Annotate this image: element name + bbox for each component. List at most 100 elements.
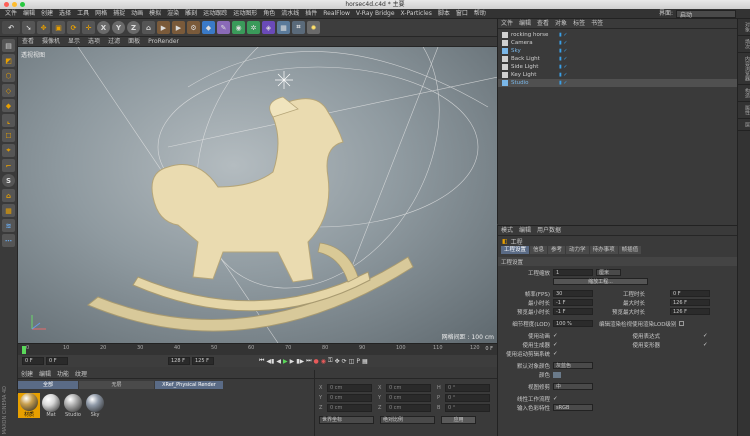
object-row[interactable]: Sky ▮ ✓ (498, 47, 737, 55)
zoom-window-button[interactable] (20, 2, 25, 7)
prev-key-icon[interactable]: ◀▮ (266, 358, 274, 365)
coord-apply-button[interactable]: 应用 (441, 416, 476, 424)
poly-icon[interactable]: ◆ (2, 99, 15, 112)
right-sidebar-tab[interactable]: 对象 (738, 19, 750, 36)
use-gen-checkbox[interactable]: ✓ (553, 342, 613, 348)
axis-icon[interactable]: ⌞ (2, 114, 15, 127)
menu-item[interactable]: 网格 (92, 9, 110, 19)
undo-icon[interactable]: ↶ (2, 21, 20, 34)
coord-scale-select[interactable]: 绝对比例 (380, 416, 435, 424)
attribute-tab[interactable]: 帧插值 (618, 246, 642, 254)
toggle-icon[interactable]: ⋯ (2, 234, 15, 247)
menu-item[interactable]: 工具 (74, 9, 92, 19)
menu-item[interactable]: X-Particles (398, 9, 435, 19)
menu-item[interactable]: 编辑 (20, 9, 38, 19)
object-menu-item[interactable]: 查看 (534, 19, 552, 29)
grid-icon[interactable]: ▦ (2, 204, 15, 217)
menu-item[interactable]: 雕刻 (182, 9, 200, 19)
rot-key-icon[interactable]: ⟳ (342, 358, 347, 365)
material-menu-item[interactable]: 创建 (18, 370, 36, 379)
duration-field[interactable]: 0 F (670, 290, 710, 297)
coord-rot-field[interactable]: 0 ° (445, 384, 490, 392)
mat-filter-xref[interactable]: XRef_Physical Render (155, 381, 223, 389)
end-frame-field[interactable]: 125 F (192, 357, 214, 365)
attribute-menu-item[interactable]: 编辑 (516, 226, 534, 236)
y-axis-icon[interactable]: Y (112, 21, 125, 34)
edge-icon[interactable]: ◇ (2, 84, 15, 97)
cube-icon[interactable]: ◆ (202, 21, 215, 34)
snap-icon[interactable]: ⌖ (2, 144, 15, 157)
menu-item[interactable]: V-Ray Bridge (353, 9, 398, 19)
scale-project-button[interactable]: 缩放工程... (553, 278, 648, 285)
menu-item[interactable]: 插件 (302, 9, 320, 19)
right-sidebar-tab[interactable]: 构造 (738, 85, 750, 102)
render-view-icon[interactable]: ▶ (172, 21, 185, 34)
visibility-dots-icon[interactable]: ▮ ✓ (559, 64, 568, 70)
material-item[interactable]: Studio (62, 393, 84, 418)
menu-item[interactable]: 选择 (56, 9, 74, 19)
input-color-select[interactable]: sRGB (553, 404, 593, 411)
layer-icon[interactable]: ≋ (2, 219, 15, 232)
coord-rot-field[interactable]: 0 ° (445, 404, 490, 412)
x-axis-icon[interactable]: X (97, 21, 110, 34)
visibility-dots-icon[interactable]: ▮ ✓ (559, 56, 568, 62)
menu-item[interactable]: 运动图形 (230, 9, 260, 19)
coord-icon[interactable]: ⌂ (142, 21, 155, 34)
record-icon[interactable]: ● (314, 358, 319, 365)
right-sidebar-tab[interactable]: 场次 (738, 36, 750, 53)
object-menu-item[interactable]: 文件 (498, 19, 516, 29)
coord-mode-select[interactable]: 世界坐标 (319, 416, 374, 424)
use-anim-checkbox[interactable]: ✓ (553, 333, 613, 339)
use-mograph-checkbox[interactable]: ✓ (553, 351, 558, 357)
play-icon[interactable]: ▶ (283, 358, 288, 365)
camera-icon[interactable]: ⌗ (292, 21, 305, 34)
menu-item[interactable]: 角色 (260, 9, 278, 19)
material-menu-item[interactable]: 编辑 (36, 370, 54, 379)
z-axis-icon[interactable]: Z (127, 21, 140, 34)
goto-start-icon[interactable]: ⏮ (259, 357, 264, 365)
linear-workflow-checkbox[interactable]: ✓ (553, 396, 558, 402)
menu-item[interactable]: 脚本 (435, 9, 453, 19)
viewport-menu-item[interactable]: 查看 (18, 37, 38, 47)
mat-filter-nolayer[interactable]: 无层 (79, 381, 154, 389)
object-menu-item[interactable]: 标签 (570, 19, 588, 29)
coord-pos-field[interactable]: 0 cm (327, 394, 372, 402)
attribute-tab[interactable]: 待办事项 (589, 246, 618, 254)
s-icon[interactable]: S (2, 174, 15, 187)
attribute-tab[interactable]: 信息 (530, 246, 548, 254)
move-icon[interactable]: ✥ (37, 21, 50, 34)
menu-item[interactable]: 动画 (128, 9, 146, 19)
lod-field[interactable]: 100 % (553, 320, 593, 327)
object-menu-item[interactable]: 编辑 (516, 19, 534, 29)
attribute-tab[interactable]: 参考 (548, 246, 566, 254)
preview-min-field[interactable]: -1 F (553, 308, 593, 315)
material-menu-item[interactable]: 功能 (54, 370, 72, 379)
visibility-dots-icon[interactable]: ▮ ✓ (559, 32, 568, 38)
close-window-button[interactable] (4, 2, 9, 7)
goto-end-icon[interactable]: ⏭ (306, 357, 311, 365)
visibility-dots-icon[interactable]: ▮ ✓ (559, 40, 568, 46)
minimize-window-button[interactable] (12, 2, 17, 7)
viewport-menu-item[interactable]: 显示 (64, 37, 84, 47)
menu-item[interactable]: 窗口 (453, 9, 471, 19)
coord-size-field[interactable]: 0 cm (386, 404, 431, 412)
menu-item[interactable]: 帮助 (471, 9, 489, 19)
menu-item[interactable]: 捕捉 (110, 9, 128, 19)
default-color-select[interactable]: 灰蓝色 (553, 362, 593, 369)
lod-render-checkbox[interactable] (679, 321, 685, 326)
max-time-field[interactable]: 126 F (670, 299, 710, 306)
min-frame-field[interactable]: 0 F (46, 357, 68, 365)
layout-select[interactable]: 启动 (676, 9, 736, 19)
attribute-tab[interactable]: 动力学 (566, 246, 589, 254)
scene-icon[interactable]: ▦ (277, 21, 290, 34)
menu-item[interactable]: 运动跟踪 (200, 9, 230, 19)
next-key-icon[interactable]: ▮▶ (296, 358, 304, 365)
material-item[interactable]: Sky (84, 393, 106, 418)
render-settings-icon[interactable]: ⚙ (187, 21, 200, 34)
material-item[interactable]: 材质 (18, 393, 40, 418)
texture-icon[interactable]: ◩ (2, 54, 15, 67)
next-frame-icon[interactable]: ▶ (290, 358, 295, 365)
scale-field[interactable]: 1 (553, 269, 593, 276)
max-frame-field[interactable]: 128 F (168, 357, 190, 365)
attribute-menu-item[interactable]: 模式 (498, 226, 516, 236)
